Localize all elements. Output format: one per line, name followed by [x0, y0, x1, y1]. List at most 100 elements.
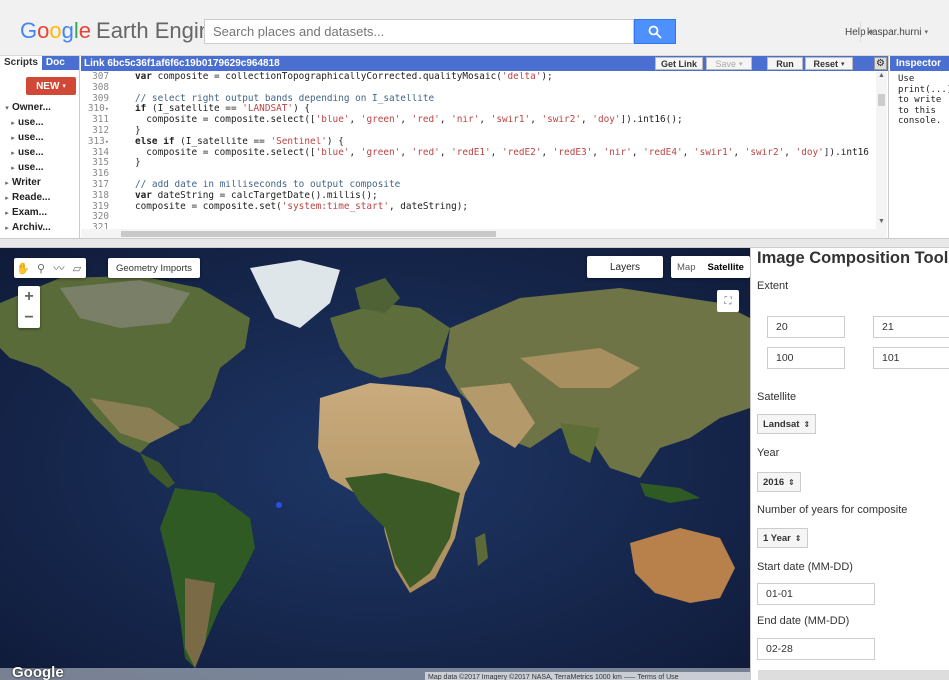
code-line[interactable]: 313▾ else if (I_satellite == 'Sentinel') …: [81, 136, 876, 148]
tab-scripts[interactable]: Scripts: [0, 56, 42, 70]
vertical-scrollbar[interactable]: ▲ ▼: [876, 72, 887, 229]
extent-field[interactable]: 101: [873, 347, 949, 369]
get-link-button[interactable]: Get Link: [655, 57, 703, 70]
tab-docs[interactable]: Doc: [42, 56, 69, 70]
hand-icon[interactable]: ✋: [14, 258, 32, 278]
map-type-button[interactable]: Map: [671, 256, 701, 278]
code-editor-panel: Link 6bc5c36f1af6f6c19b0179629c964818 Ge…: [81, 56, 889, 238]
end-date-field[interactable]: 02-28: [757, 638, 875, 660]
code-text: // add date in milliseconds to output co…: [113, 180, 400, 191]
code-token: ,: [784, 147, 796, 158]
scroll-down-icon[interactable]: ▼: [878, 218, 885, 225]
fold-icon[interactable]: ▾: [105, 105, 109, 113]
code-line[interactable]: 307 var composite = collectionTopographic…: [81, 72, 876, 83]
tree-item-label: Owner...: [12, 102, 51, 113]
code-token: ,: [400, 147, 412, 158]
code-text: }: [113, 158, 141, 169]
script-tree-item[interactable]: ▸ Writer: [0, 175, 74, 190]
line-number-text: 319: [92, 200, 109, 212]
satellite-select[interactable]: Landsat ⇕: [757, 414, 817, 434]
scroll-up-icon[interactable]: ▲: [878, 72, 885, 79]
save-button[interactable]: Save ▾: [706, 57, 752, 70]
new-button[interactable]: NEW ▾: [26, 77, 76, 95]
code-token: 'redE1': [451, 147, 491, 158]
code-line[interactable]: 318 var dateString = calcTargetDate().mil…: [81, 190, 876, 202]
code-line[interactable]: 311 composite = composite.select(['blue'…: [81, 114, 876, 126]
code-line[interactable]: 309 // select right output bands dependin…: [81, 93, 876, 105]
code-area[interactable]: 307 var composite = collectionTopographic…: [81, 72, 876, 229]
nyears-value: 1 Year: [763, 532, 791, 544]
nyears-select[interactable]: 1 Year ⇕: [757, 528, 808, 548]
code-token: 'delta': [501, 72, 542, 82]
horizontal-scrollbar[interactable]: [81, 229, 887, 238]
code-text: composite = composite.select(['blue', 'g…: [113, 115, 682, 126]
map-type-toggle: Map Satellite: [671, 256, 750, 278]
map-marker[interactable]: [276, 502, 282, 508]
reset-button[interactable]: Reset ▾: [805, 57, 853, 70]
code-line[interactable]: 317 // add date in milliseconds to output…: [81, 179, 876, 191]
gear-icon[interactable]: ⚙: [874, 57, 887, 70]
earth-engine-logo[interactable]: Google Earth Engine: [20, 18, 223, 44]
script-tree-item[interactable]: ▸ Archiv...: [0, 220, 74, 235]
chevron-right-icon[interactable]: ▸: [8, 164, 18, 172]
chevron-right-icon[interactable]: ▸: [2, 179, 12, 187]
code-token: (I_satellite ==: [151, 104, 243, 115]
satellite-type-button[interactable]: Satellite: [701, 256, 749, 278]
line-icon[interactable]: 〰: [50, 258, 68, 278]
tab-inspector[interactable]: Inspector: [890, 56, 949, 71]
search-input[interactable]: [204, 19, 634, 44]
code-line[interactable]: 320: [81, 211, 876, 223]
inspector-panel: Inspector Use print(...) to write to thi…: [890, 56, 949, 238]
horizontal-scrollbar[interactable]: [758, 670, 949, 680]
year-select[interactable]: 2016 ⇕: [757, 472, 801, 492]
zoom-out-button[interactable]: −: [18, 307, 40, 328]
start-date-field[interactable]: 01-01: [757, 583, 875, 605]
code-line[interactable]: 312}: [81, 125, 876, 137]
search-button[interactable]: [634, 19, 676, 44]
code-token: 'system:time_start': [281, 201, 389, 212]
line-number-text: 316: [92, 168, 109, 180]
year-value: 2016: [763, 476, 785, 488]
script-tree-item[interactable]: ▸ use...: [0, 130, 74, 145]
fold-icon[interactable]: ▾: [105, 138, 109, 146]
scroll-thumb[interactable]: [878, 94, 885, 106]
extent-label: Extent: [757, 280, 789, 292]
chevron-right-icon[interactable]: ▸: [8, 149, 18, 157]
extent-field[interactable]: 21: [873, 316, 949, 338]
code-line[interactable]: 310▾ if (I_satellite == 'LANDSAT') {: [81, 103, 876, 115]
map-view[interactable]: ✋ ⚲ 〰 ▱ Geometry Imports Layers Map Sate…: [0, 248, 750, 680]
code-line[interactable]: 308: [81, 82, 876, 94]
script-tree-item[interactable]: ▸ use...: [0, 115, 74, 130]
script-tree-item[interactable]: ▾ Owner...: [0, 100, 74, 115]
script-tree-item[interactable]: ▸ Exam...: [0, 205, 74, 220]
chevron-right-icon[interactable]: ▸: [8, 119, 18, 127]
chevron-down-icon[interactable]: ▾: [2, 104, 12, 112]
fullscreen-icon[interactable]: ⛶: [717, 290, 739, 312]
polygon-icon[interactable]: ▱: [68, 258, 86, 278]
chevron-right-icon[interactable]: ▸: [8, 134, 18, 142]
code-line[interactable]: 319 composite = composite.set('system:tim…: [81, 200, 876, 213]
extent-field[interactable]: 20: [767, 316, 845, 338]
marker-icon[interactable]: ⚲: [32, 258, 50, 278]
zoom-in-button[interactable]: +: [18, 286, 40, 307]
nyears-label: Number of years for composite: [757, 504, 908, 516]
script-tree-item[interactable]: ▸ use...: [0, 160, 74, 175]
script-tree-item[interactable]: ▸ Reade...: [0, 190, 74, 205]
chevron-right-icon[interactable]: ▸: [2, 209, 12, 217]
extent-field[interactable]: 100: [767, 347, 845, 369]
script-tree-item[interactable]: ▸ use...: [0, 145, 74, 160]
chevron-right-icon[interactable]: ▸: [2, 194, 12, 202]
tree-item-label: use...: [18, 132, 44, 143]
run-button[interactable]: Run: [767, 57, 803, 70]
layers-button[interactable]: Layers: [587, 256, 663, 278]
code-line[interactable]: 316: [81, 168, 876, 180]
geometry-imports-button[interactable]: Geometry Imports: [108, 258, 201, 278]
panel-splitter[interactable]: [0, 238, 949, 248]
scroll-thumb[interactable]: [121, 231, 496, 237]
code-token: 'red': [411, 115, 440, 126]
code-line[interactable]: 315}: [81, 157, 876, 169]
code-line[interactable]: 314 composite = composite.select(['blue'…: [81, 147, 876, 159]
chevron-right-icon[interactable]: ▸: [2, 224, 12, 232]
user-menu[interactable]: kaspar.hurni ▾: [860, 22, 928, 42]
satellite-label: Satellite: [757, 391, 797, 403]
